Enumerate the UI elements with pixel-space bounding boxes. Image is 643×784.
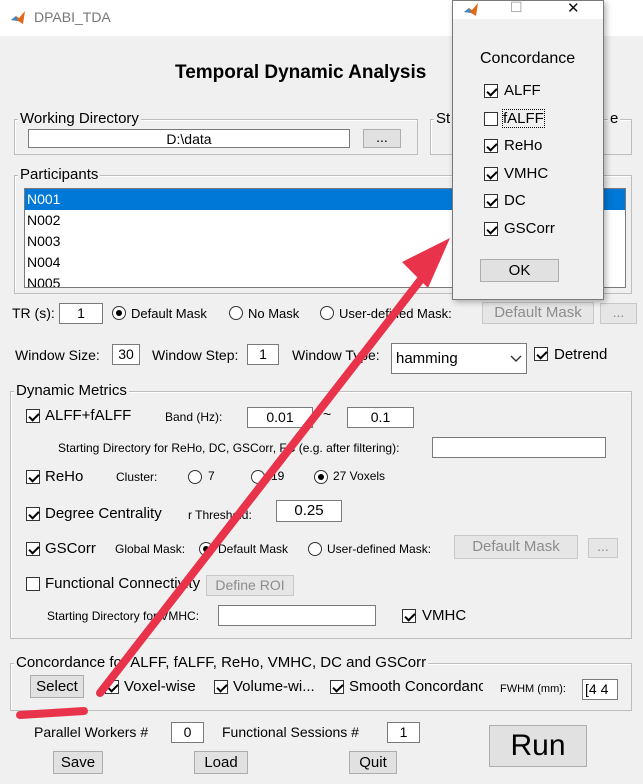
popup-falff-label: fALFF <box>502 109 545 128</box>
popup-reho-label: ReHo <box>504 137 543 154</box>
popup-title-bar: ☐ ✕ <box>453 0 603 19</box>
popup-dc-label: DC <box>504 192 526 209</box>
popup-vmhc-checkbox[interactable] <box>484 167 498 181</box>
arrow-shaft <box>96 256 440 697</box>
popup-gscorr-checkbox[interactable] <box>484 222 498 236</box>
popup-alff-checkbox[interactable] <box>484 84 498 98</box>
underline-mark <box>16 707 88 719</box>
popup-vmhc-label: VMHC <box>504 165 549 182</box>
ok-button[interactable]: OK <box>480 259 559 282</box>
popup-dc-checkbox[interactable] <box>484 194 498 208</box>
popup-reho-checkbox[interactable] <box>484 139 498 153</box>
popup-gscorr-label: GSCorr <box>504 220 555 237</box>
popup-falff-checkbox[interactable] <box>484 112 498 126</box>
close-icon[interactable]: ✕ <box>567 0 580 17</box>
concordance-popup: ☐ ✕ Concordance ALFF fALFF ReHo VMHC DC … <box>452 0 604 300</box>
popup-title: Concordance <box>480 50 576 67</box>
maximize-icon[interactable]: ☐ <box>510 0 523 16</box>
main-window: DPABI_TDA Temporal Dynamic Analysis Work… <box>0 0 643 784</box>
popup-alff-label: ALFF <box>504 82 541 99</box>
matlab-logo-icon <box>464 3 478 16</box>
arrow-head <box>402 238 450 288</box>
